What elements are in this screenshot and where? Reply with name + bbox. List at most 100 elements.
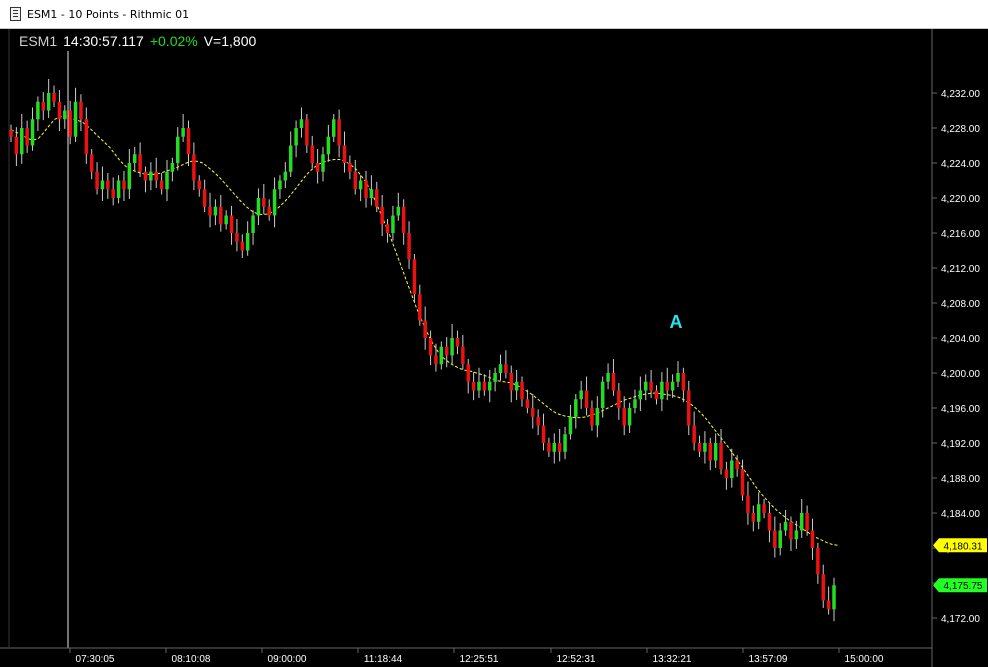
candle-up — [30, 119, 35, 146]
candle-down — [84, 119, 89, 155]
price-tick-label: 4,232.00 — [941, 89, 980, 100]
price-tick-label: 4,200.00 — [941, 369, 980, 380]
candle-down — [622, 408, 626, 426]
candle-up — [493, 373, 497, 382]
candle-down — [751, 513, 756, 522]
candle-down — [697, 443, 702, 452]
candle-down — [617, 390, 621, 408]
chart-area[interactable]: 4,232.00 4,228.00 4,224.00 4,220.00 4,216.00… — [0, 29, 988, 667]
price-tick-label: 4,224.00 — [941, 159, 980, 170]
window-title: ESM1 - 10 Points - Rithmic 01 — [27, 7, 190, 21]
window-titlebar[interactable]: ESM1 - 10 Points - Rithmic 01 — [0, 0, 988, 29]
candle-up — [46, 93, 51, 111]
candle-up — [552, 443, 557, 452]
candle-down — [584, 390, 589, 408]
candle-up — [63, 110, 67, 120]
candle-up — [783, 521, 788, 531]
candle-down — [461, 346, 465, 365]
candle-up — [450, 338, 454, 356]
candle-down — [735, 460, 739, 470]
candle-down — [267, 206, 271, 216]
candle-down — [197, 180, 202, 190]
candle-up — [165, 171, 169, 190]
candle-up — [498, 364, 503, 373]
candle-down — [407, 233, 411, 260]
candle-down — [229, 215, 234, 233]
candle-down — [762, 504, 766, 513]
time-tick-label: 13:57:09 — [749, 654, 788, 665]
candle-down — [547, 443, 551, 452]
time-tick-label: 12:52:31 — [557, 654, 596, 665]
candle-up — [730, 460, 734, 478]
quote-time: 14:30:57.117 — [63, 33, 144, 49]
price-tick-label: 4,188.00 — [941, 474, 980, 485]
quote-symbol: ESM1 — [19, 33, 58, 49]
chart-annotation-label: A — [670, 312, 683, 332]
candle-down — [692, 425, 696, 443]
candle-down — [57, 101, 62, 120]
candle-down — [25, 128, 29, 146]
candle-up — [568, 416, 573, 435]
candle-up — [20, 128, 24, 155]
candle-down — [202, 189, 207, 207]
candle-down — [364, 180, 368, 198]
candle-down — [789, 521, 793, 540]
candle-down — [681, 373, 686, 391]
candle-down — [305, 119, 309, 146]
candle-down — [52, 93, 56, 102]
candle-down — [531, 408, 535, 417]
candle-down — [111, 189, 115, 198]
time-tick-label: 15:00:00 — [845, 654, 884, 665]
price-tick-label: 4,204.00 — [941, 334, 980, 345]
candle-down — [208, 206, 212, 216]
candle-down — [262, 198, 266, 207]
candle-up — [272, 189, 277, 216]
candle-up — [600, 381, 605, 408]
candle-up — [251, 215, 255, 233]
candle-down — [401, 206, 406, 233]
candle-up — [331, 119, 336, 137]
price-tick-label: 4,184.00 — [941, 509, 980, 520]
candle-up — [579, 390, 583, 400]
candle-up — [369, 189, 374, 198]
candle-down — [9, 129, 13, 137]
candle-down — [466, 364, 470, 382]
price-tick-label: 4,216.00 — [941, 229, 980, 240]
candle-down — [444, 346, 449, 356]
quote-bar: ESM1 14:30:57.117 +0.02% V=1,800 — [19, 31, 256, 51]
price-tick-label: 4,192.00 — [941, 439, 980, 450]
candle-up — [563, 434, 567, 452]
price-tick-label: 4,208.00 — [941, 299, 980, 310]
candle-up — [181, 128, 185, 137]
candle-down — [143, 171, 148, 181]
candle-up — [713, 443, 718, 461]
candle-down — [348, 163, 352, 172]
candle-down — [665, 381, 669, 391]
candle-down — [235, 233, 239, 242]
candle-up — [756, 504, 761, 522]
candle-up — [321, 154, 325, 172]
candle-down — [310, 145, 314, 163]
candle-down — [428, 338, 433, 356]
candle-down — [509, 373, 514, 391]
candle-up — [299, 119, 304, 128]
candle-down — [122, 180, 126, 190]
candle-down — [649, 381, 653, 391]
candle-down — [520, 381, 524, 400]
candle-up — [799, 513, 804, 531]
candle-down — [724, 469, 729, 478]
candle-up — [326, 136, 331, 155]
price-tick-label: 4,196.00 — [941, 404, 980, 415]
chart-app-icon — [10, 7, 21, 21]
candle-down — [138, 154, 142, 172]
candle-up — [574, 399, 578, 417]
candle-up — [149, 171, 153, 181]
candle-up — [606, 373, 610, 382]
candle-up — [278, 180, 282, 190]
candle-down — [826, 600, 831, 610]
candle-up — [73, 101, 78, 137]
candle-up — [127, 163, 132, 190]
candle-down — [315, 163, 320, 172]
price-chart[interactable]: 4,232.00 4,228.00 4,224.00 4,220.00 4,216.00… — [0, 29, 988, 667]
candle-down — [687, 390, 691, 426]
